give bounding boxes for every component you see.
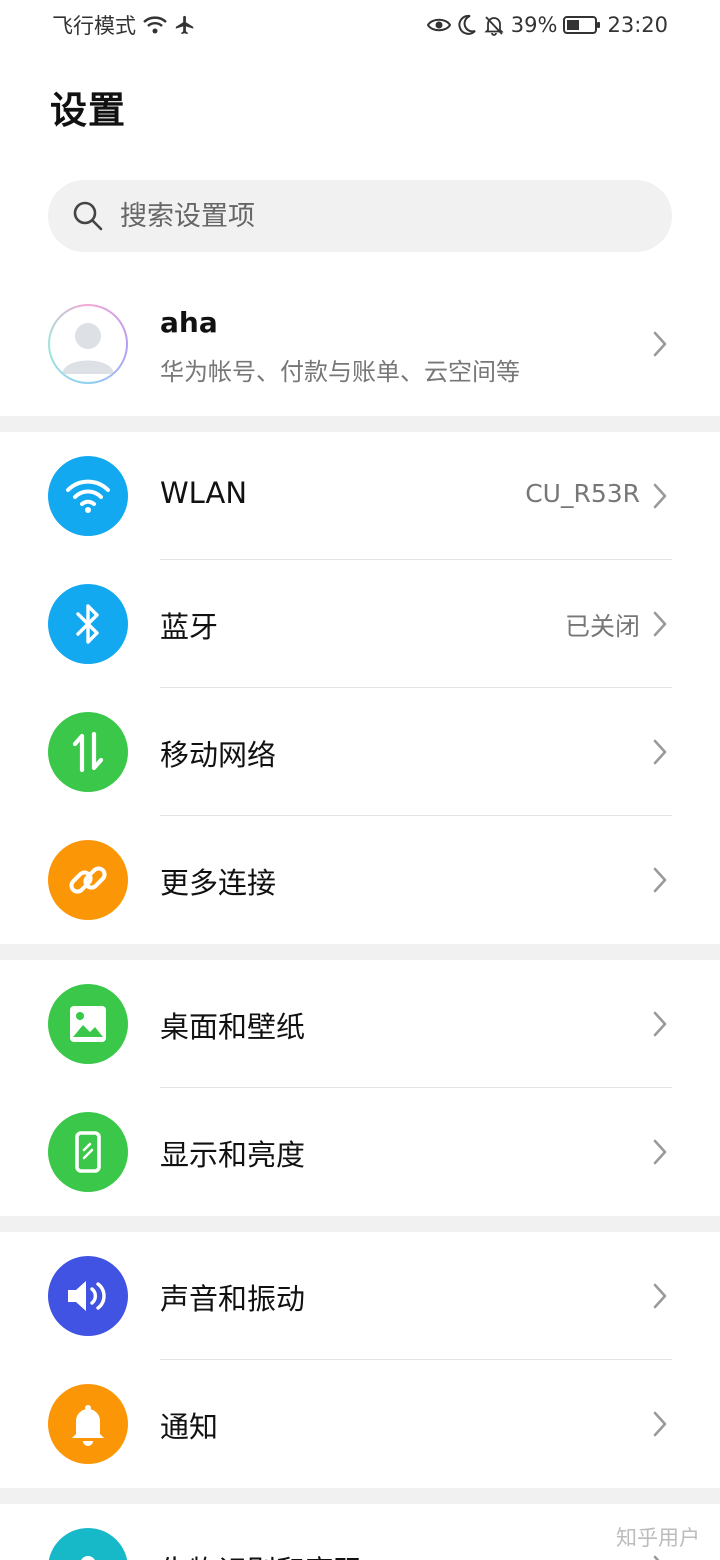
chevron-right-icon [653, 483, 667, 509]
person-icon [62, 323, 114, 374]
settings-item-sound[interactable]: 声音和振动 [0, 1232, 720, 1360]
chevron-right-icon [653, 1411, 667, 1437]
settings-item-label: 蓝牙 [160, 610, 219, 644]
search-icon [73, 201, 103, 231]
settings-item-label: 声音和振动 [160, 1282, 306, 1316]
settings-item-label: WLAN [160, 476, 248, 510]
chevron-right-icon [653, 1283, 667, 1309]
eye-comfort-icon [426, 18, 451, 32]
section-divider [0, 944, 720, 960]
section-divider [0, 1488, 720, 1504]
chevron-right-icon [653, 331, 667, 357]
chevron-right-icon [653, 1011, 667, 1037]
settings-item-biometrics[interactable]: 生物识别和密码 [0, 1504, 720, 1560]
display-icon [48, 1112, 128, 1192]
settings-item-display[interactable]: 显示和亮度 [0, 1088, 720, 1216]
settings-item-wlan[interactable]: WLAN CU_R53R [0, 432, 720, 560]
avatar [48, 304, 128, 384]
settings-item-label: 显示和亮度 [160, 1138, 306, 1172]
settings-item-notifications[interactable]: 通知 [0, 1360, 720, 1488]
biometric-icon [48, 1528, 128, 1560]
link-icon [48, 840, 128, 920]
account-name: aha [160, 306, 218, 339]
sound-icon [48, 1256, 128, 1336]
settings-item-value: 已关闭 [564, 612, 640, 641]
chevron-right-icon [653, 1555, 660, 1560]
airplane-mode-text: 飞行模式 [52, 14, 136, 38]
search-bar[interactable] [48, 180, 672, 252]
section-divider [0, 416, 720, 432]
chevron-right-icon [653, 1139, 667, 1165]
settings-item-mobile-network[interactable]: 移动网络 [0, 688, 720, 816]
battery-icon [563, 16, 601, 34]
page-title: 设置 [50, 89, 126, 132]
bluetooth-icon [48, 584, 128, 664]
chevron-right-icon [653, 611, 667, 637]
airplane-icon [175, 15, 194, 35]
settings-item-value: CU_R53R [525, 479, 640, 508]
account-row[interactable]: aha 华为帐号、付款与账单、云空间等 [0, 282, 720, 406]
account-subtitle: 华为帐号、付款与账单、云空间等 [160, 358, 520, 386]
search-input[interactable] [120, 200, 640, 232]
settings-item-bluetooth[interactable]: 蓝牙 已关闭 [0, 560, 720, 688]
chevron-right-icon [653, 739, 667, 765]
section-divider [0, 1216, 720, 1232]
settings-item-label: 桌面和壁纸 [160, 1010, 306, 1044]
bell-muted-icon [484, 16, 504, 36]
battery-percent: 39% [510, 13, 558, 37]
wifi-status-icon [143, 16, 167, 34]
chevron-right-icon [653, 867, 667, 893]
settings-item-label: 移动网络 [160, 738, 277, 772]
clock: 23:20 [607, 13, 668, 37]
settings-item-label: 通知 [160, 1410, 219, 1444]
wallpaper-icon [48, 984, 128, 1064]
settings-item-label: 生物识别和密码 [160, 1548, 363, 1560]
watermark: 知乎用户 [616, 1526, 700, 1550]
bell-icon [48, 1384, 128, 1464]
settings-item-more-connections[interactable]: 更多连接 [0, 816, 720, 944]
moon-icon [458, 14, 476, 35]
mobile-network-icon [48, 712, 128, 792]
settings-item-wallpaper[interactable]: 桌面和壁纸 [0, 960, 720, 1088]
status-bar: 飞行模式 39% 23:20 [0, 0, 720, 50]
settings-item-label: 更多连接 [160, 866, 277, 900]
wifi-icon [48, 456, 128, 536]
